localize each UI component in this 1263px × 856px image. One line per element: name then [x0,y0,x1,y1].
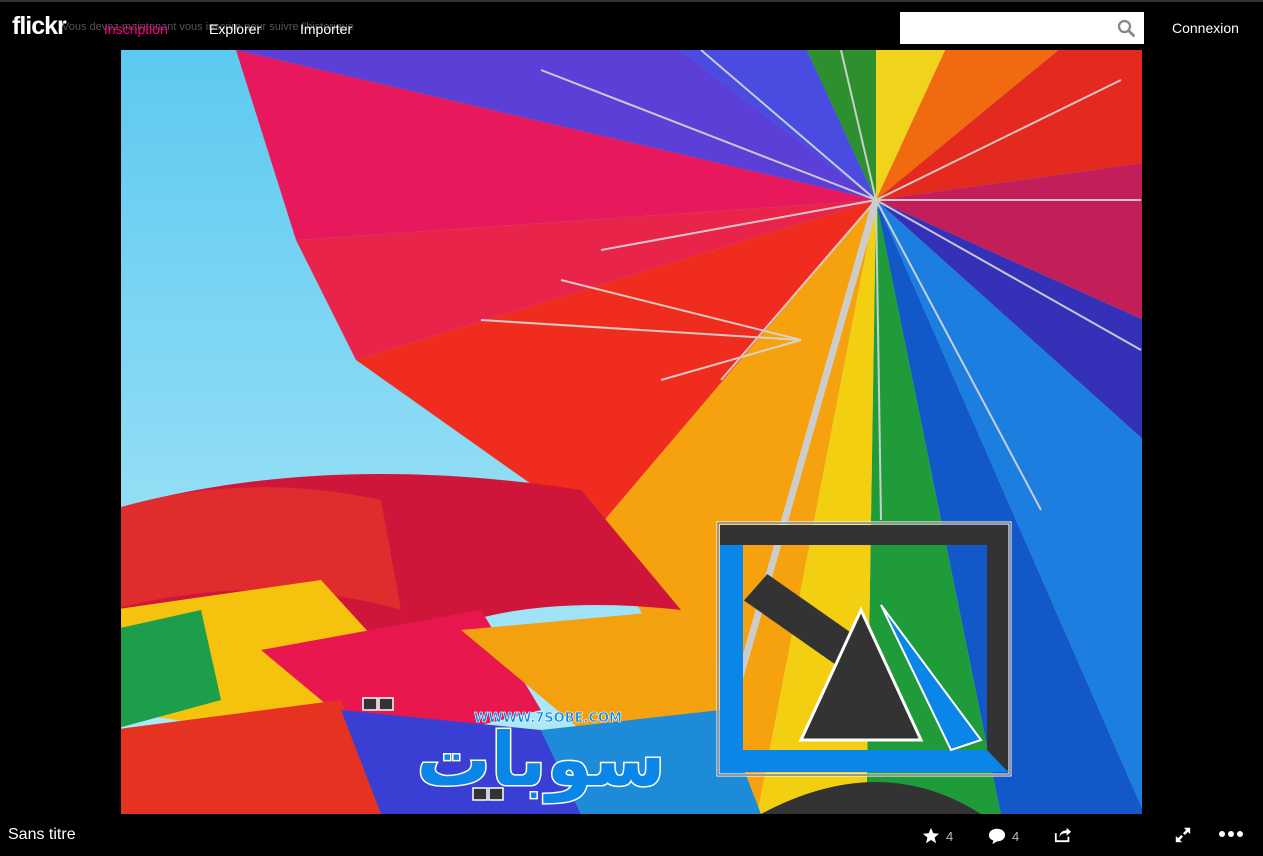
nav-explore-link[interactable]: Explorer [209,20,261,38]
search-icon[interactable] [1117,19,1135,37]
top-navigation-bar: flickr Vous devez maintenant vous inscri… [0,0,1263,50]
fullscreen-button[interactable] [1174,825,1192,845]
favorites-count: 4 [946,828,954,844]
search-box [900,12,1144,44]
share-button[interactable] [1054,824,1072,844]
more-options-button[interactable] [1218,824,1244,844]
photo-info-bar: Sans titre 4 4 [0,814,1263,856]
photo-title: Sans titre [8,826,76,843]
comments-count: 4 [1012,828,1020,844]
comments-button[interactable]: 4 [988,826,1019,846]
favorites-button[interactable]: 4 [922,826,953,846]
nav-upload-link[interactable]: Importer [300,20,352,38]
photo-image: WWWW.7SOBE.COM سوبات [121,50,1142,814]
search-input[interactable] [906,17,1110,39]
watermark-text: سوبات [416,717,665,804]
nav-signup-link[interactable]: Inscription [104,20,168,38]
flickr-logo[interactable]: flickr [12,13,67,39]
comment-icon [988,828,1006,845]
photo-viewer[interactable]: WWWW.7SOBE.COM سوبات [121,50,1142,814]
share-icon [1054,827,1072,843]
expand-icon [1175,827,1191,843]
more-icon [1219,831,1243,837]
star-icon [922,827,940,844]
login-link[interactable]: Connexion [1172,20,1239,36]
